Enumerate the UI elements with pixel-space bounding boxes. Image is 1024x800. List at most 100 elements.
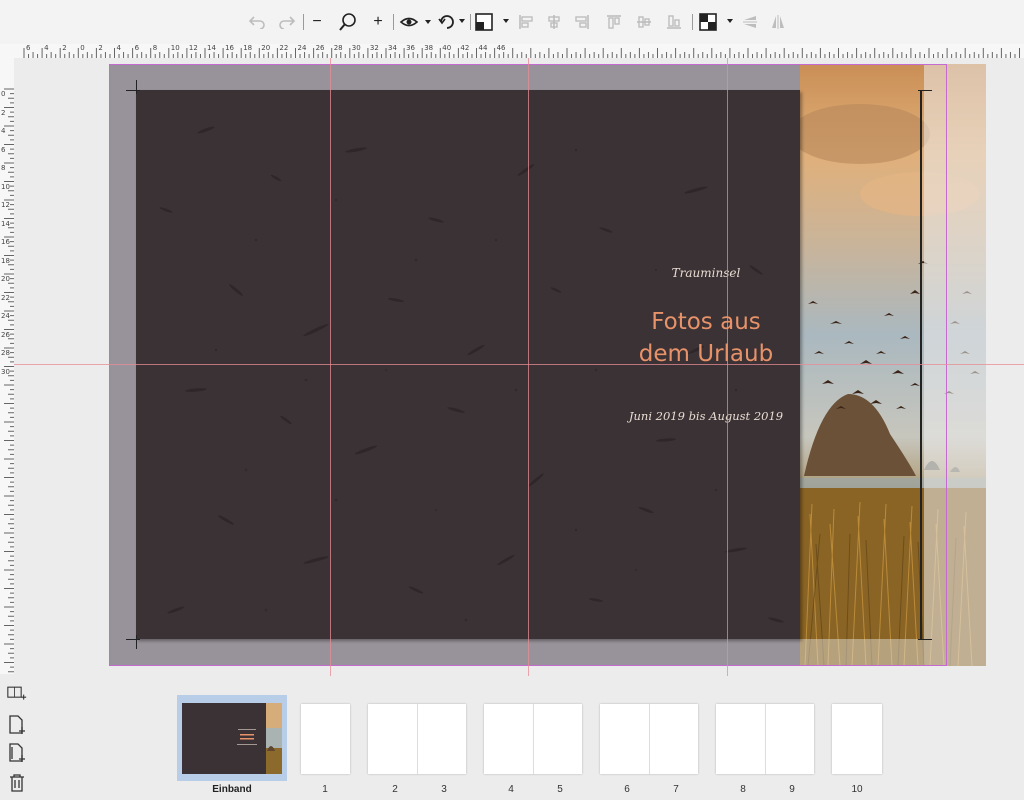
page-number-label: 8 bbox=[740, 784, 746, 795]
toolbar-separator bbox=[470, 14, 471, 30]
ruler-label: 2 bbox=[98, 44, 103, 52]
align-middle-icon[interactable] bbox=[634, 10, 654, 34]
page-tools bbox=[0, 680, 34, 800]
cover-thumbnail-label: Einband bbox=[212, 784, 252, 795]
ruler-label: 4 bbox=[116, 44, 121, 52]
ruler-label: 6 bbox=[134, 44, 140, 52]
toolbar-separator bbox=[303, 14, 304, 30]
cover-title-line1: Fotos aus bbox=[651, 309, 761, 335]
align-center-icon[interactable] bbox=[544, 10, 564, 34]
ruler-label: 34 bbox=[388, 44, 397, 52]
ruler-label: 12 bbox=[1, 201, 10, 209]
ruler-label: 26 bbox=[1, 330, 10, 339]
ruler-label: 24 bbox=[297, 44, 307, 52]
ruler-label: 2 bbox=[1, 108, 6, 117]
zoom-in-button[interactable]: + bbox=[369, 10, 387, 34]
flip-vertical-icon[interactable] bbox=[740, 10, 760, 34]
ruler-label: 20 bbox=[1, 275, 10, 283]
ruler-label: 6 bbox=[1, 145, 6, 154]
align-top-icon[interactable] bbox=[604, 10, 624, 34]
ruler-label: 14 bbox=[1, 219, 10, 228]
page-number-label: 1 bbox=[322, 784, 328, 795]
ruler-label: 22 bbox=[1, 293, 10, 302]
align-bottom-icon[interactable] bbox=[664, 10, 684, 34]
ruler-label: 40 bbox=[442, 44, 452, 52]
cover-title[interactable]: Fotos aus dem Urlaub bbox=[586, 306, 826, 370]
guide-horizontal[interactable] bbox=[14, 364, 1024, 365]
ruler-label: 4 bbox=[1, 127, 6, 135]
cover-subtitle[interactable]: Trauminsel bbox=[606, 266, 806, 280]
align-left-icon[interactable] bbox=[516, 10, 536, 34]
ruler-label: 8 bbox=[152, 44, 158, 52]
page-thumbnail[interactable] bbox=[832, 704, 882, 774]
ruler-label: 0 bbox=[1, 90, 6, 98]
ruler-label: 46 bbox=[496, 44, 506, 52]
toolbar-separator bbox=[692, 14, 693, 30]
ruler-label: 24 bbox=[1, 312, 10, 320]
zoom-out-button[interactable]: − bbox=[308, 10, 326, 34]
page-number-label: 6 bbox=[624, 784, 630, 795]
guide-vertical[interactable] bbox=[727, 58, 728, 676]
cover-thumbnail[interactable] bbox=[182, 703, 282, 774]
crop-mark bbox=[136, 80, 137, 94]
ruler-label: 6 bbox=[26, 44, 31, 52]
editor-canvas[interactable]: Trauminsel Fotos aus dem Urlaub Juni 201… bbox=[14, 58, 1024, 676]
zoom-in-icon: + bbox=[373, 13, 383, 30]
guide-vertical[interactable] bbox=[330, 58, 331, 676]
ruler-top: 6 4 2 0 2 4 6 8 10 12 14 16 18 20 22 24 26 28 30 32 34 36 38 40… bbox=[14, 44, 1024, 58]
ruler-label: 14 bbox=[207, 44, 216, 52]
ruler-label: 2 bbox=[62, 44, 67, 52]
undo-icon[interactable] bbox=[246, 10, 268, 34]
toolbar: − + bbox=[0, 0, 1024, 44]
crop-mark bbox=[136, 635, 137, 649]
crop-mark bbox=[918, 639, 932, 640]
distribute-icon[interactable] bbox=[698, 10, 734, 34]
ruler-label: 42 bbox=[460, 44, 470, 52]
arrange-icon[interactable] bbox=[474, 10, 510, 34]
ruler-label: 16 bbox=[1, 238, 10, 246]
spread-thumbnail[interactable] bbox=[600, 704, 698, 774]
photo-bleed-shade bbox=[800, 639, 924, 666]
delete-icon[interactable] bbox=[7, 772, 27, 794]
cover-thumbnail-image bbox=[182, 703, 282, 774]
ruler-top-ticks bbox=[23, 48, 1020, 58]
view-icon[interactable] bbox=[398, 10, 432, 34]
ruler-label: 18 bbox=[243, 44, 253, 52]
rotate-icon[interactable] bbox=[436, 10, 466, 34]
add-page-icon[interactable] bbox=[7, 714, 27, 736]
add-spread-icon[interactable] bbox=[7, 682, 27, 704]
duplicate-page-icon[interactable] bbox=[7, 742, 27, 764]
zoom-icon[interactable] bbox=[336, 10, 360, 34]
ruler-label: 38 bbox=[424, 44, 434, 52]
toolbar-separator bbox=[393, 14, 394, 30]
cover-dates[interactable]: Juni 2019 bis August 2019 bbox=[576, 409, 836, 423]
page-thumbnail[interactable] bbox=[301, 704, 350, 774]
align-right-icon[interactable] bbox=[572, 10, 592, 34]
ruler-label: 32 bbox=[369, 44, 379, 52]
ruler-label: 36 bbox=[406, 44, 416, 52]
redo-icon[interactable] bbox=[276, 10, 298, 34]
ruler-label: 20 bbox=[261, 44, 271, 52]
crop-mark bbox=[126, 639, 140, 640]
page-number-label: 4 bbox=[508, 784, 514, 795]
cover-title-line2: dem Urlaub bbox=[638, 341, 774, 367]
spread-divider bbox=[765, 704, 766, 774]
ruler-label: 4 bbox=[44, 44, 49, 52]
ruler-label: 8 bbox=[1, 164, 6, 172]
spread-divider bbox=[417, 704, 418, 774]
page-number-label: 10 bbox=[851, 784, 863, 795]
ruler-label: 28 bbox=[333, 44, 343, 52]
ruler-label: 10 bbox=[170, 44, 180, 52]
page-number-label: 2 bbox=[392, 784, 398, 795]
ruler-label: 18 bbox=[1, 256, 10, 265]
spread-thumbnail[interactable] bbox=[368, 704, 466, 774]
page-number-label: 7 bbox=[673, 784, 679, 795]
spread-divider bbox=[649, 704, 650, 774]
flip-horizontal-icon[interactable] bbox=[768, 10, 788, 34]
spread-thumbnail[interactable] bbox=[716, 704, 814, 774]
spread-thumbnail[interactable] bbox=[484, 704, 582, 774]
cover-photo[interactable] bbox=[800, 64, 986, 666]
ruler-left: 0 2 4 6 8 10 12 14 16 18 20 22 24 26 28 30 bbox=[0, 44, 14, 674]
ruler-label: 26 bbox=[315, 44, 325, 52]
guide-vertical[interactable] bbox=[528, 58, 529, 676]
